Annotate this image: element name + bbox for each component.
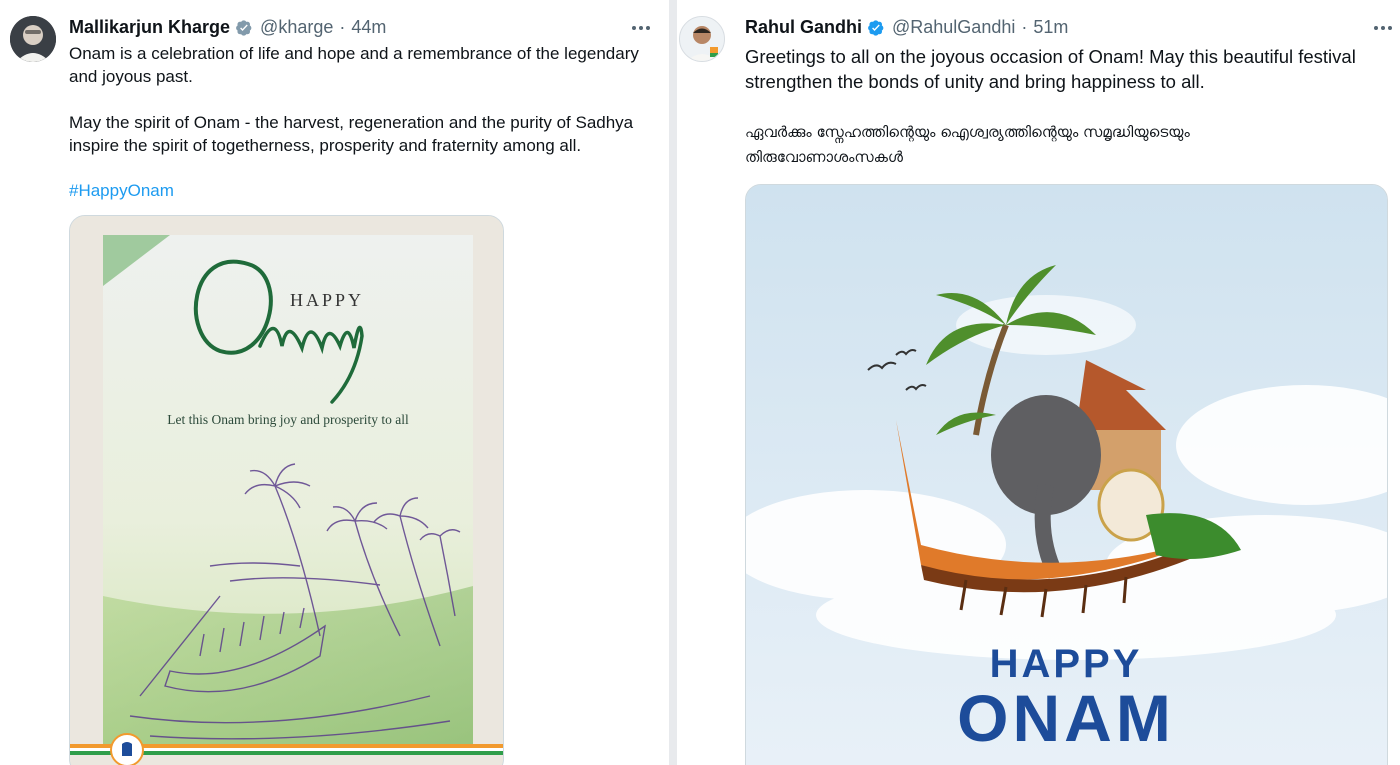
tweet-image[interactable]: HAPPY Let this Onam bring joy and prospe… <box>69 215 504 765</box>
tweet-image[interactable]: HAPPY ONAM <box>745 184 1388 765</box>
more-options-icon[interactable] <box>1371 20 1395 36</box>
poster-heading-small: HAPPY <box>290 290 364 310</box>
tweet-paragraph-malayalam: ഏവർക്കും സ്നേഹത്തിന്റെയും ഐശ്വര്യത്തിന്റ… <box>745 123 1190 166</box>
verified-badge-icon <box>236 19 252 36</box>
author-name[interactable]: Mallikarjun Kharge <box>69 17 230 38</box>
tweet-rahul-gandhi[interactable]: Rahul Gandhi @RahulGandhi · 51m Greeting… <box>677 0 1400 765</box>
tweet-paragraph: May the spirit of Onam - the harvest, re… <box>69 113 634 155</box>
poster-caption: Let this Onam bring joy and prosperity t… <box>167 412 409 427</box>
timestamp[interactable]: 51m <box>1033 17 1068 38</box>
poster-line-happy: HAPPY <box>990 642 1143 686</box>
hashtag-link[interactable]: #HappyOnam <box>69 179 664 202</box>
tweet-paragraph: Greetings to all on the joyous occasion … <box>745 46 1356 92</box>
tweet-kharge[interactable]: Mallikarjun Kharge @kharge · 44m Onam is… <box>0 0 669 765</box>
avatar[interactable] <box>10 16 56 62</box>
tweet-header: Rahul Gandhi @RahulGandhi · 51m <box>745 17 1068 38</box>
tweet-header: Mallikarjun Kharge @kharge · 44m <box>69 17 386 38</box>
separator: · <box>1021 17 1028 37</box>
column-divider <box>669 0 677 765</box>
avatar[interactable] <box>679 16 725 62</box>
more-options-icon[interactable] <box>629 20 653 36</box>
author-handle[interactable]: @kharge <box>260 17 333 38</box>
verified-badge-icon <box>868 19 884 36</box>
separator: · <box>339 17 346 37</box>
tweet-paragraph: Onam is a celebration of life and hope a… <box>69 44 639 86</box>
timestamp[interactable]: 44m <box>351 17 386 38</box>
author-name[interactable]: Rahul Gandhi <box>745 17 862 38</box>
author-handle[interactable]: @RahulGandhi <box>892 17 1015 38</box>
poster-line-onam: ONAM <box>957 681 1175 755</box>
